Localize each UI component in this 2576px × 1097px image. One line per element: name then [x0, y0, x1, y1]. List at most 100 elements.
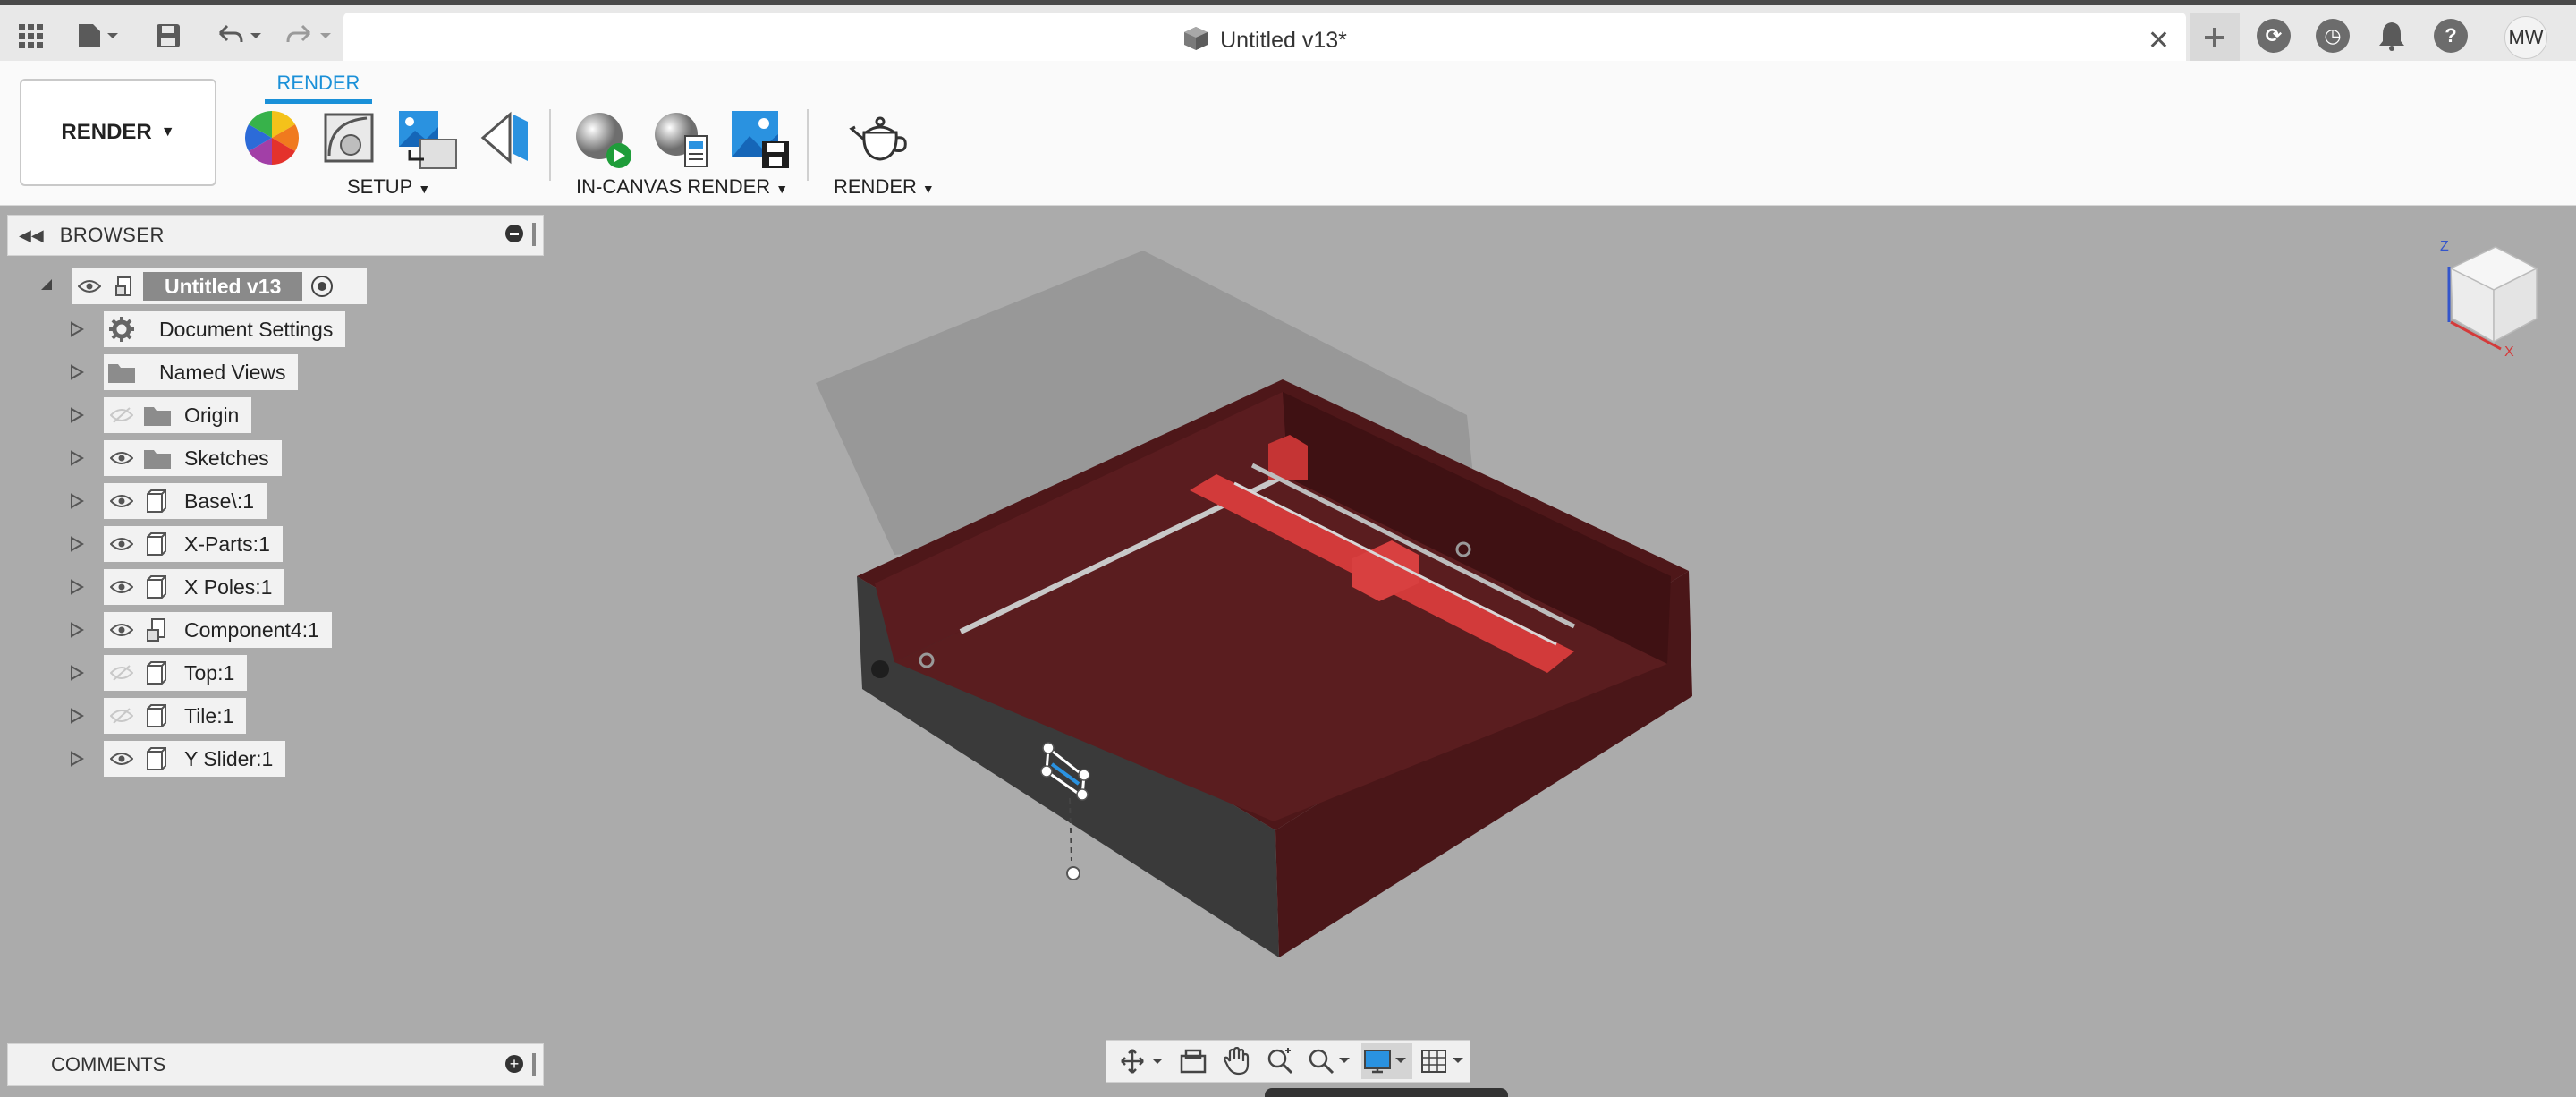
tree-item-label: Sketches	[184, 446, 269, 470]
comments-panel-header[interactable]: COMMENTS +	[7, 1043, 544, 1086]
bottom-tab-handle[interactable]	[1265, 1088, 1508, 1097]
environment-texture-icon[interactable]	[397, 109, 457, 169]
minimize-panel-icon[interactable]	[505, 225, 523, 242]
user-avatar[interactable]: MW	[2504, 16, 2547, 59]
appearance-color-wheel-icon[interactable]	[243, 109, 301, 166]
app-grid-icon[interactable]	[13, 16, 48, 55]
expand-triangle-icon[interactable]	[68, 492, 86, 510]
add-comment-icon[interactable]: +	[505, 1055, 523, 1073]
expand-triangle-icon[interactable]	[68, 621, 86, 639]
eye-hidden-icon[interactable]	[104, 407, 140, 423]
power-jack	[871, 660, 889, 678]
activate-radio-icon[interactable]	[311, 276, 334, 297]
pan-hand-icon[interactable]	[1217, 1043, 1255, 1079]
tree-item-label: Origin	[184, 403, 240, 427]
browser-tree-item[interactable]: Origin	[104, 397, 252, 433]
tree-item-label: Y Slider:1	[184, 746, 274, 770]
expand-triangle-icon[interactable]	[68, 750, 86, 768]
eye-visible-icon[interactable]	[104, 623, 140, 637]
tree-item-label: Top:1	[184, 660, 235, 685]
file-menu-icon[interactable]	[72, 16, 125, 55]
eye-hidden-icon[interactable]	[104, 665, 140, 681]
body-icon	[140, 703, 175, 728]
grid-settings-icon[interactable]	[1418, 1043, 1470, 1079]
undo-icon[interactable]	[211, 16, 268, 55]
expand-triangle-icon[interactable]	[68, 664, 86, 682]
redo-icon[interactable]	[281, 16, 338, 55]
setup-label-text: SETUP	[347, 175, 413, 198]
close-tab-icon[interactable]: ✕	[2148, 25, 2170, 56]
decal-icon[interactable]	[478, 109, 535, 166]
tree-item-label: X Poles:1	[184, 574, 273, 599]
collapse-triangle-icon[interactable]	[38, 276, 55, 293]
notifications-bell-icon[interactable]	[2374, 16, 2410, 55]
eye-visible-icon[interactable]	[72, 279, 107, 293]
help-icon[interactable]: ?	[2433, 16, 2469, 55]
browser-title: BROWSER	[59, 224, 165, 246]
workspace-switcher-button[interactable]: RENDER ▼	[20, 79, 216, 186]
ribbon-divider	[549, 109, 551, 181]
sync-icon[interactable]: ⟳	[2256, 16, 2292, 55]
document-title: Untitled v13*	[1220, 27, 1347, 53]
fusion-app-window: Untitled v13* ✕ ⟳ ◷ ? MW RENDER ▼ RENDER	[0, 0, 2576, 1097]
tree-item-label: Document Settings	[159, 317, 334, 341]
group-label-in-canvas-render[interactable]: IN-CANVAS RENDER ▼	[576, 175, 788, 199]
expand-triangle-icon[interactable]	[68, 406, 86, 424]
gear-icon	[104, 316, 140, 343]
in-canvas-render-settings-icon[interactable]	[651, 109, 708, 167]
display-settings-icon[interactable]	[1360, 1043, 1413, 1079]
body-icon	[140, 574, 175, 600]
tree-item-label: Component4:1	[184, 617, 319, 642]
eye-visible-icon[interactable]	[104, 451, 140, 465]
job-status-icon[interactable]: ◷	[2315, 16, 2351, 55]
new-tab-button[interactable]	[2190, 13, 2240, 63]
expand-triangle-icon[interactable]	[68, 535, 86, 553]
browser-tree-item[interactable]: Tile:1	[104, 698, 247, 734]
orbit-icon[interactable]	[1117, 1043, 1169, 1079]
browser-tree-item[interactable]: Y Slider:1	[104, 741, 286, 777]
expand-triangle-icon[interactable]	[68, 449, 86, 467]
eye-hidden-icon[interactable]	[104, 708, 140, 724]
collapse-panel-icon[interactable]: ◀◀	[19, 226, 44, 245]
eye-visible-icon[interactable]	[104, 580, 140, 594]
zoom-icon[interactable]	[1260, 1043, 1298, 1079]
expand-triangle-icon[interactable]	[68, 363, 86, 381]
group-label-render[interactable]: RENDER ▼	[834, 175, 935, 199]
group-label-setup[interactable]: SETUP ▼	[347, 175, 430, 199]
eye-visible-icon[interactable]	[104, 537, 140, 551]
browser-tree-item[interactable]: Sketches	[104, 440, 282, 476]
browser-tree-item[interactable]: Document Settings	[104, 311, 346, 347]
panel-resize-handle[interactable]	[532, 223, 536, 246]
folder-icon	[140, 446, 175, 470]
browser-tree-item[interactable]: X Poles:1	[104, 569, 285, 605]
save-icon[interactable]	[150, 16, 186, 55]
scene-settings-icon[interactable]	[320, 109, 377, 166]
browser-tree-item[interactable]: Component4:1	[104, 612, 332, 648]
browser-tree-item[interactable]: Top:1	[104, 655, 248, 691]
tree-item-label: Tile:1	[184, 703, 234, 727]
eye-visible-icon[interactable]	[104, 494, 140, 508]
chevron-down-icon: ▼	[160, 124, 175, 140]
browser-tree-item[interactable]: X-Parts:1	[104, 526, 283, 562]
capture-image-icon[interactable]	[730, 109, 789, 168]
fit-zoom-icon[interactable]	[1304, 1043, 1356, 1079]
expand-triangle-icon[interactable]	[68, 320, 86, 338]
panel-resize-handle[interactable]	[532, 1053, 536, 1076]
in-canvas-render-icon[interactable]	[572, 109, 631, 168]
browser-root-node[interactable]: Untitled v13	[72, 268, 367, 304]
3d-viewport-canvas[interactable]	[547, 208, 2576, 1097]
tab-render[interactable]: RENDER	[265, 68, 372, 104]
expand-triangle-icon[interactable]	[68, 707, 86, 725]
component-icon	[140, 617, 175, 642]
body-icon	[140, 746, 175, 771]
look-at-icon[interactable]	[1174, 1043, 1212, 1079]
document-tab[interactable]: Untitled v13* ✕	[343, 13, 2186, 68]
view-cube[interactable]: Z X	[2433, 233, 2549, 358]
eye-visible-icon[interactable]	[104, 752, 140, 766]
root-node-label: Untitled v13	[143, 272, 303, 301]
browser-tree-item[interactable]: Named Views	[104, 354, 299, 390]
browser-tree-item[interactable]: Base\:1	[104, 483, 267, 519]
expand-triangle-icon[interactable]	[68, 578, 86, 596]
component-icon	[107, 274, 143, 299]
render-teapot-icon[interactable]	[848, 109, 912, 166]
